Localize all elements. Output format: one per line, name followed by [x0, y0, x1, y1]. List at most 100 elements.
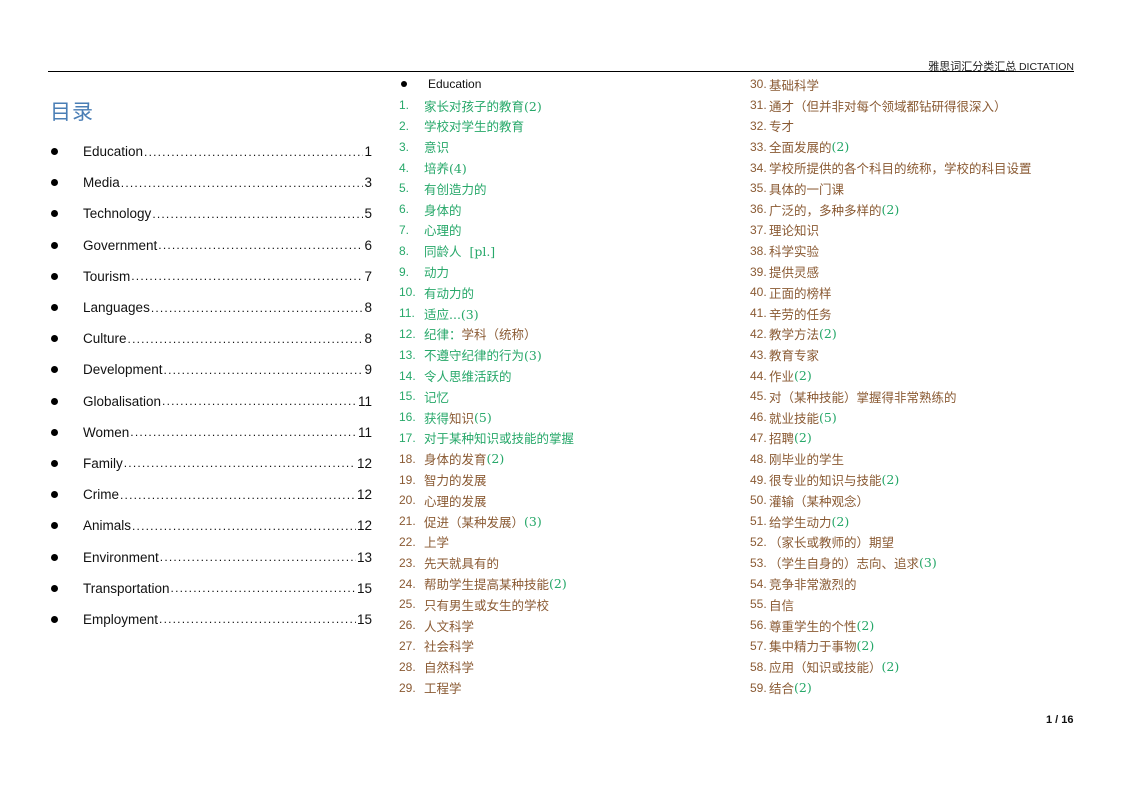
toc-entry-label[interactable]: Women: [83, 425, 129, 440]
vocab-item-text: 结合: [769, 681, 795, 696]
toc-entry-culture[interactable]: Culture 8: [48, 323, 372, 354]
vocab-item-text: 正面的榜样: [769, 285, 832, 301]
toc-entry-label[interactable]: Development: [83, 362, 163, 377]
toc-entry-page[interactable]: 15: [357, 612, 372, 627]
vocab-item-text: 心理的发展: [424, 493, 487, 509]
vocab-item: 19. 智力的发展: [399, 469, 739, 490]
toc-entry-page[interactable]: 11: [358, 394, 372, 409]
toc-entry-media[interactable]: Media 3: [48, 167, 372, 198]
vocab-item-text: 帮助学生提高某种技能: [424, 577, 550, 593]
vocab-item: 15. 记忆: [399, 386, 739, 407]
vocab-item-text: 促进（某种发展）: [424, 514, 525, 530]
vocab-item-number: 42.: [750, 326, 767, 341]
toc-entry-family[interactable]: Family 12: [48, 448, 372, 479]
vocab-item-number: 4.: [399, 160, 410, 175]
vocab-item-text: (2): [831, 139, 850, 155]
toc-entry-page[interactable]: 12: [357, 518, 372, 533]
vocab-item-text: 就业技能: [769, 410, 820, 426]
toc-entry-page[interactable]: 13: [357, 550, 372, 565]
vocab-item-text: 招聘: [769, 431, 795, 447]
toc-entry-label[interactable]: Employment: [83, 612, 158, 627]
vocab-item-text: 通才（但并非对每个领域都钻研得很深入）: [769, 98, 1007, 114]
toc-entry-label[interactable]: Family: [83, 456, 123, 471]
vocab-item-number: 45.: [750, 389, 767, 404]
vocab-item-text: 自然科学: [424, 660, 475, 676]
toc-entry-women[interactable]: Women 11: [48, 417, 372, 448]
bullet-icon: [51, 210, 58, 218]
toc-entry-label[interactable]: Technology: [83, 206, 151, 221]
toc-entry-page[interactable]: 12: [357, 456, 372, 471]
vocab-item-number: 41.: [750, 306, 767, 321]
toc-entry-tourism[interactable]: Tourism 7: [48, 261, 372, 292]
vocab-item-text: 智力的发展: [424, 473, 487, 489]
vocab-item: 50. 灌输（某种观念）: [750, 490, 1080, 511]
toc-entry-globalisation[interactable]: Globalisation 11: [48, 386, 372, 417]
vocab-item: 46. 就业技能 (5): [750, 407, 1080, 428]
vocab-item: 25. 只有男生或女生的学校: [399, 594, 739, 615]
toc-dot-leader: [131, 268, 363, 284]
vocab-item-text: 身体的: [424, 202, 462, 218]
toc-entry-transportation[interactable]: Transportation 15: [48, 573, 372, 604]
toc-entry-development[interactable]: Development 9: [48, 354, 372, 385]
vocab-item-text: 记忆: [424, 389, 450, 405]
toc-entry-education[interactable]: Education 1: [48, 136, 372, 167]
toc-entry-page[interactable]: 9: [364, 362, 372, 377]
toc-entry-page[interactable]: 5: [364, 206, 372, 221]
vocab-item-text: 学校所提供的各个科目的统称，学校的科目设置: [769, 161, 1032, 177]
vocab-item-text: 知识: [449, 410, 475, 426]
vocab-item-text: 工程学: [424, 681, 462, 696]
vocab-item-text: 适应...(3): [424, 306, 479, 322]
vocab-item: 5. 有创造力的: [399, 178, 739, 199]
vocab-item-number: 58.: [750, 659, 767, 674]
toc-entry-label[interactable]: Tourism: [83, 269, 130, 284]
toc-entry-label[interactable]: Transportation: [83, 581, 170, 596]
toc-entry-page[interactable]: 7: [364, 269, 372, 284]
vocab-item: 3. 意识: [399, 136, 739, 157]
vocab-item-text: 科学实验: [769, 244, 820, 260]
toc-entry-label[interactable]: Animals: [83, 518, 131, 533]
toc-entry-label[interactable]: Globalisation: [83, 394, 161, 409]
vocab-item: 44. 作业 (2): [750, 365, 1080, 386]
toc-entry-crime[interactable]: Crime 12: [48, 479, 372, 510]
toc-entry-animals[interactable]: Animals 12: [48, 510, 372, 541]
vocab-item-text: 不遵守纪律的行为(3): [424, 348, 542, 364]
toc-entry-government[interactable]: Government 6: [48, 230, 372, 261]
vocab-item: 54. 竞争非常激烈的: [750, 573, 1080, 594]
vocab-item-text: 教学方法: [769, 327, 820, 343]
toc-entry-label[interactable]: Culture: [83, 331, 127, 346]
vocab-item-number: 10.: [399, 285, 416, 300]
bullet-icon: [401, 81, 407, 88]
toc-entry-label[interactable]: Education: [83, 144, 143, 159]
vocab-item-text: 尊重学生的个性: [769, 618, 857, 634]
bullet-icon: [51, 241, 58, 249]
toc-entry-page[interactable]: 11: [358, 425, 372, 440]
toc-entry-label[interactable]: Languages: [83, 300, 150, 315]
vocab-item-number: 6.: [399, 202, 410, 217]
toc-entry-label[interactable]: Media: [83, 175, 120, 190]
toc-entry-page[interactable]: 8: [364, 331, 372, 346]
vocab-item-text: 同龄人 [pl.]: [424, 244, 496, 260]
toc-dot-leader: [130, 424, 357, 440]
vocab-item-number: 38.: [750, 243, 767, 258]
toc-entry-languages[interactable]: Languages 8: [48, 292, 372, 323]
toc-entry-page[interactable]: 8: [364, 300, 372, 315]
vocab-item-text: (2): [794, 680, 812, 695]
bullet-icon: [51, 397, 58, 405]
toc-entry-label[interactable]: Environment: [83, 550, 159, 565]
toc-entry-page[interactable]: 3: [364, 175, 372, 190]
toc-dot-leader: [120, 487, 356, 503]
toc-entry-page[interactable]: 6: [364, 238, 372, 253]
toc-entry-environment[interactable]: Environment 13: [48, 541, 372, 572]
vocab-item-text: 理论知识: [769, 223, 820, 239]
vocab-item-text: 有动力的: [424, 285, 475, 301]
toc-entry-page[interactable]: 1: [364, 144, 372, 159]
bullet-icon: [51, 179, 58, 187]
toc-entry-page[interactable]: 12: [357, 487, 372, 502]
toc-entry-label[interactable]: Crime: [83, 487, 119, 502]
vocab-item: 56. 尊重学生的个性 (2): [750, 615, 1080, 636]
toc-dot-leader: [164, 362, 364, 378]
toc-entry-page[interactable]: 15: [357, 581, 372, 596]
toc-entry-employment[interactable]: Employment 15: [48, 604, 372, 635]
toc-entry-label[interactable]: Government: [83, 238, 157, 253]
toc-entry-technology[interactable]: Technology 5: [48, 198, 372, 229]
